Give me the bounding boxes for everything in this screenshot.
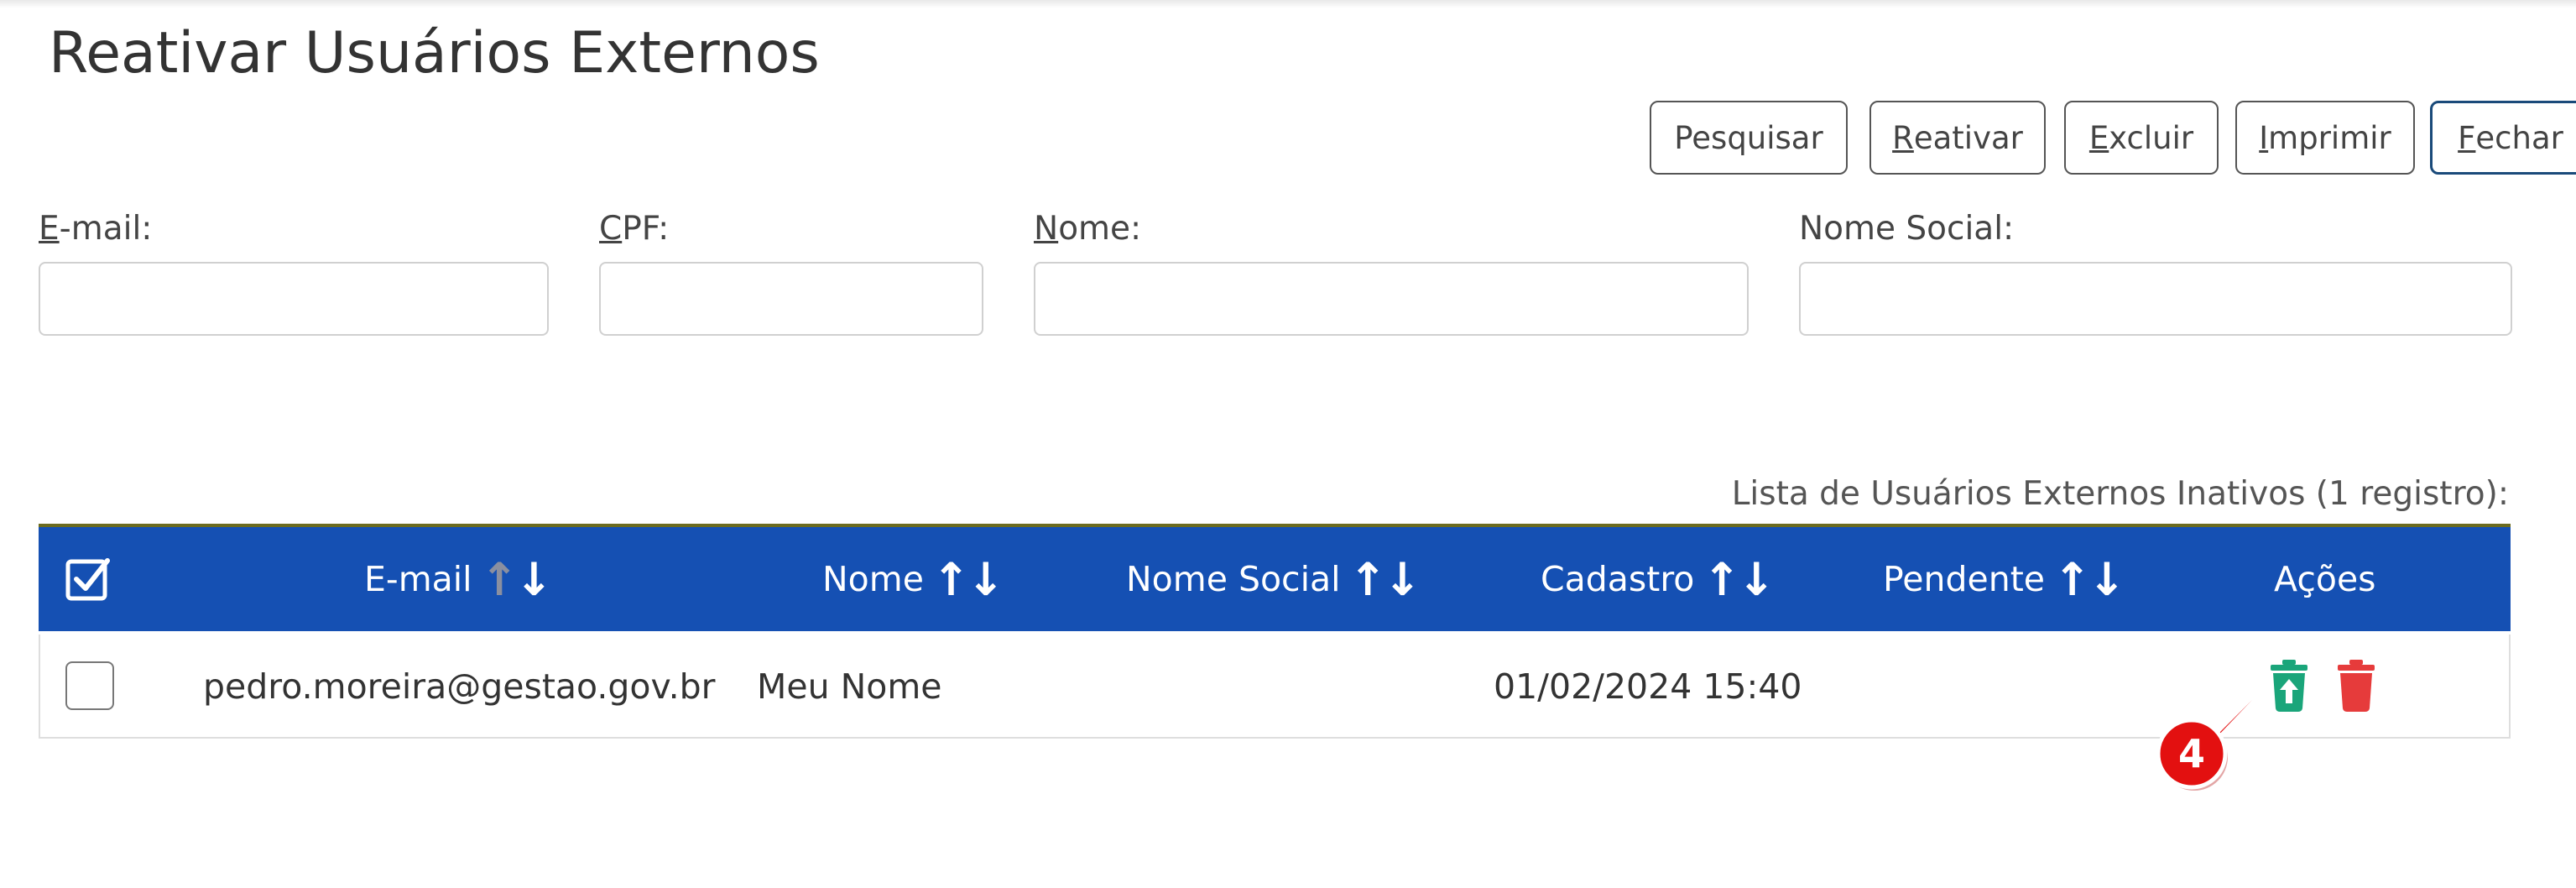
email-accesskey: E [39,210,60,248]
column-header-nome[interactable]: Nome ↑ ↓ [822,527,1004,631]
email-label-text: -mail: [59,210,153,248]
fechar-accesskey: F [2458,119,2476,156]
sort-asc-icon[interactable]: ↑ [1349,553,1387,606]
nome-label: Nome: [1034,210,1141,248]
column-header-email-label: E-mail [364,559,472,599]
pesquisar-label: Pesquisar [1674,119,1823,156]
cpf-label-text: PF: [622,210,670,248]
nome-field[interactable] [1034,262,1749,336]
nome-social-label: Nome Social: [1799,210,2015,248]
cell-email: pedro.moreira@gestao.gov.br [203,666,716,707]
reativar-accesskey: R [1892,119,1914,156]
column-header-pendente[interactable]: Pendente ↑ ↓ [1883,527,2126,631]
reativar-button[interactable]: Reativar [1869,101,2046,175]
excluir-label: xcluir [2109,119,2194,156]
callout-number: 4 [2178,731,2205,776]
sort-desc-icon[interactable]: ↓ [967,553,1004,606]
table-caption: Lista de Usuários Externos Inativos (1 r… [1731,475,2509,513]
column-header-acoes: Ações [2274,527,2376,631]
email-label: E-mail: [39,210,152,248]
cpf-accesskey: C [599,210,623,248]
sort-asc-icon[interactable]: ↑ [2053,553,2091,606]
excluir-button[interactable]: Excluir [2064,101,2219,175]
select-all-checkbox[interactable] [65,556,112,603]
pesquisar-button[interactable]: Pesquisar [1650,101,1848,175]
cell-cadastro: 01/02/2024 15:40 [1494,666,1802,707]
callout-badge-icon: 4 [2156,700,2252,791]
table-row: pedro.moreira@gestao.gov.br Meu Nome 01/… [39,635,2511,739]
column-header-cadastro-label: Cadastro [1541,559,1695,599]
column-header-nome-social-label: Nome Social [1126,559,1341,599]
column-header-cadastro[interactable]: Cadastro ↑ ↓ [1541,527,1776,631]
sort-desc-icon[interactable]: ↓ [515,553,553,606]
row-checkbox[interactable] [65,661,114,710]
sort-asc-icon[interactable]: ↑ [1703,553,1740,606]
column-header-pendente-label: Pendente [1883,559,2046,599]
top-shadow [0,0,2576,8]
imprimir-button[interactable]: Imprimir [2235,101,2415,175]
imprimir-label: mprimir [2268,119,2391,156]
reativar-label: eativar [1913,119,2023,156]
page-title: Reativar Usuários Externos [49,20,820,86]
table-header: E-mail ↑ ↓ Nome ↑ ↓ Nome Social ↑ ↓ Cadastr… [39,527,2511,631]
sort-desc-icon[interactable]: ↓ [1738,553,1776,606]
sort-asc-icon[interactable]: ↑ [932,553,970,606]
sort-asc-icon[interactable]: ↑ [481,553,519,606]
cpf-label: CPF: [599,210,669,248]
column-header-email[interactable]: E-mail ↑ ↓ [364,527,553,631]
column-header-nome-label: Nome [822,559,924,599]
cell-nome: Meu Nome [757,666,942,707]
cpf-field[interactable] [599,262,983,336]
nome-social-field[interactable] [1799,262,2512,336]
trash-icon[interactable] [2334,660,2378,712]
sort-desc-icon[interactable]: ↓ [2088,553,2125,606]
sort-desc-icon[interactable]: ↓ [1384,553,1421,606]
imprimir-accesskey: I [2259,119,2269,156]
nome-accesskey: N [1034,210,1059,248]
reactivate-icon[interactable] [2267,660,2311,712]
column-header-acoes-label: Ações [2274,559,2376,599]
column-header-nome-social[interactable]: Nome Social ↑ ↓ [1126,527,1421,631]
fechar-button[interactable]: Fechar [2430,101,2576,175]
nome-label-text: ome: [1058,210,1142,248]
excluir-accesskey: E [2088,119,2109,156]
email-field[interactable] [39,262,549,336]
fechar-label: echar [2475,119,2563,156]
